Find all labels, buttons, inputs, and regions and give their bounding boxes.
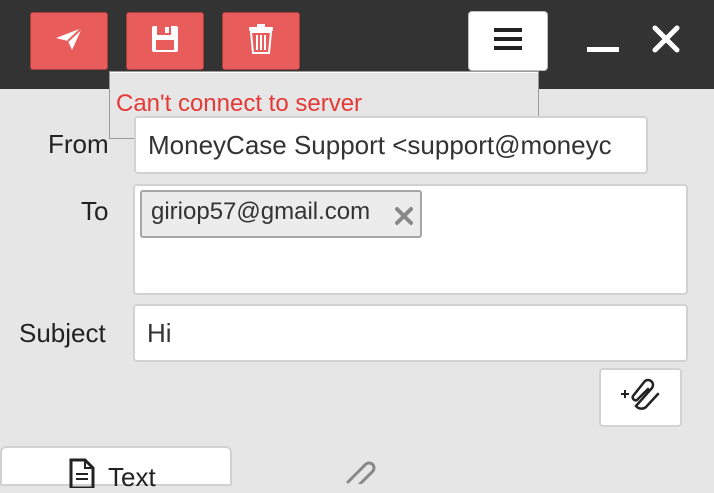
subject-field[interactable]: Hi bbox=[133, 304, 688, 362]
to-field[interactable]: giriop57@gmail.com bbox=[133, 184, 688, 295]
trash-icon bbox=[248, 23, 274, 59]
minimize-button[interactable] bbox=[584, 30, 622, 60]
add-attachment-icon bbox=[620, 378, 662, 417]
save-button[interactable] bbox=[126, 12, 204, 70]
menu-button[interactable] bbox=[468, 11, 548, 71]
remove-recipient-icon[interactable] bbox=[395, 207, 413, 230]
subject-value: Hi bbox=[147, 317, 172, 348]
hamburger-menu-icon bbox=[493, 27, 523, 56]
error-message: Can't connect to server bbox=[116, 90, 363, 117]
paperclip-icon bbox=[344, 458, 376, 489]
to-label: To bbox=[81, 196, 109, 226]
tab-text-label: Text bbox=[108, 462, 156, 492]
subject-label: Subject bbox=[19, 318, 106, 348]
from-value: MoneyCase Support <support@moneyc bbox=[148, 129, 612, 160]
recipient-email: giriop57@gmail.com bbox=[151, 198, 371, 225]
floppy-disk-icon bbox=[151, 25, 179, 58]
paper-plane-icon bbox=[54, 26, 84, 57]
minimize-icon bbox=[586, 31, 620, 60]
recipient-chip[interactable]: giriop57@gmail.com bbox=[140, 190, 422, 238]
document-icon bbox=[68, 458, 96, 493]
close-icon bbox=[652, 25, 680, 58]
delete-button[interactable] bbox=[222, 12, 300, 70]
add-attachment-button[interactable] bbox=[599, 368, 682, 427]
tab-attachments[interactable] bbox=[336, 452, 386, 488]
close-button[interactable] bbox=[648, 24, 684, 58]
from-field[interactable]: MoneyCase Support <support@moneyc bbox=[134, 116, 648, 174]
send-button[interactable] bbox=[30, 12, 108, 70]
from-label: From bbox=[48, 129, 109, 159]
